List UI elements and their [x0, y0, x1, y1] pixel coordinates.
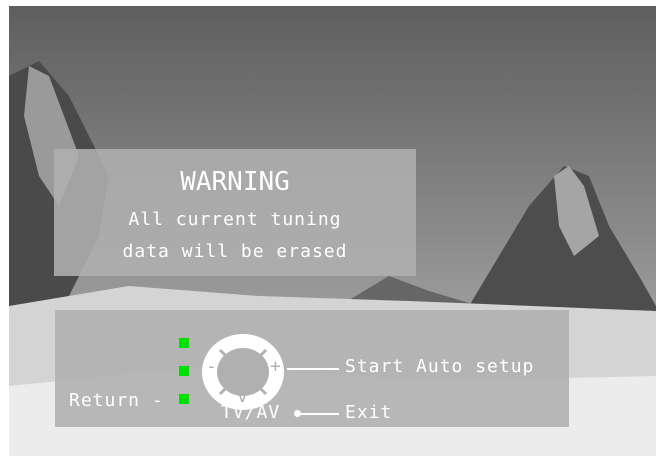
- remote-plus-label: +: [270, 356, 282, 377]
- remote-minus-label: -: [206, 356, 218, 377]
- remote-up-label: ^: [237, 326, 249, 347]
- return-label[interactable]: Return -: [69, 390, 164, 411]
- tvav-label: TV/AV: [221, 402, 281, 423]
- indicator-2: [179, 366, 189, 376]
- indicator-1: [179, 338, 189, 348]
- start-connector-line: [287, 368, 339, 370]
- start-auto-setup-label[interactable]: Start Auto setup: [345, 356, 534, 377]
- warning-line-1: All current tuning: [128, 209, 342, 230]
- warning-title: WARNING: [180, 167, 290, 197]
- warning-panel: WARNING All current tuning data will be …: [54, 149, 416, 276]
- indicator-3: [179, 394, 189, 404]
- tv-screen: WARNING All current tuning data will be …: [9, 6, 656, 456]
- warning-line-2: data will be erased: [122, 241, 348, 262]
- exit-label[interactable]: Exit: [345, 402, 392, 423]
- control-panel: Return - ^ v - + Start Auto setup TV/AV …: [55, 310, 569, 427]
- exit-dot-icon: [294, 410, 301, 417]
- exit-connector-line: [301, 413, 339, 415]
